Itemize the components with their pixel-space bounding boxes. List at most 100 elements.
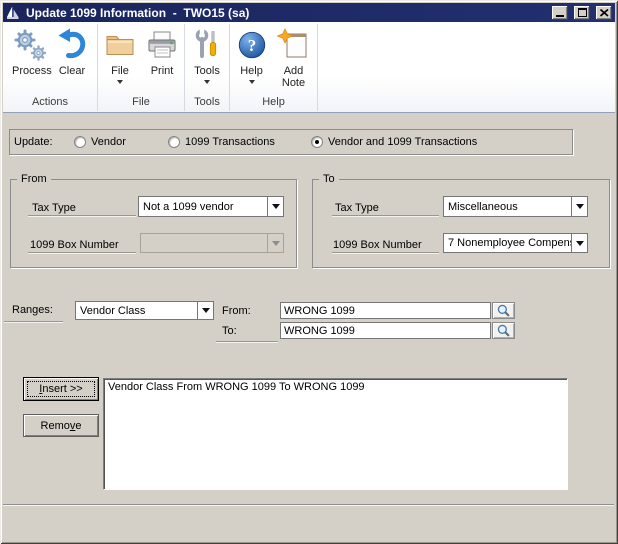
- dropdown-arrow-button: [267, 234, 283, 252]
- chevron-down-icon: [249, 80, 255, 84]
- insert-button[interactable]: Insert >>: [23, 377, 99, 401]
- to-tax-type-dropdown[interactable]: Miscellaneous: [443, 196, 588, 217]
- chevron-down-icon: [576, 241, 584, 246]
- dropdown-arrow-button[interactable]: [197, 302, 213, 319]
- ribbon-group-label-tools: Tools: [185, 96, 229, 111]
- close-icon: [600, 9, 609, 17]
- radio-icon-selected: [311, 136, 323, 148]
- range-to-lookup-button[interactable]: [492, 322, 515, 339]
- process-button-label: Process: [12, 63, 48, 77]
- radio-label: Vendor and 1099 Transactions: [328, 136, 477, 148]
- minimize-button[interactable]: [552, 6, 568, 20]
- ranges-label: Ranges:: [12, 304, 53, 316]
- range-to-input[interactable]: [280, 322, 491, 339]
- printer-icon: [145, 27, 179, 63]
- dropdown-arrow-button[interactable]: [571, 234, 587, 252]
- remove-button-label: Remove: [41, 420, 82, 432]
- clear-button-label: Clear: [59, 63, 85, 77]
- chevron-down-icon: [202, 308, 210, 313]
- ranges-type-dropdown[interactable]: Vendor Class: [75, 301, 214, 320]
- update-1099-information-window: Update 1099 Information - TWO15 (sa): [0, 0, 618, 544]
- radio-icon: [74, 136, 86, 148]
- from-tax-type-label: Tax Type: [32, 202, 76, 214]
- minimize-icon: [556, 15, 564, 17]
- file-menu-label: File: [111, 63, 129, 77]
- prompt-underline: [216, 341, 278, 343]
- folder-icon: [103, 27, 137, 63]
- add-note-button[interactable]: Add Note: [276, 27, 312, 89]
- radio-option-vendor[interactable]: Vendor: [74, 136, 126, 148]
- process-gears-icon: [13, 27, 47, 63]
- to-box-number-dropdown[interactable]: 7 Nonemployee Compens: [443, 233, 588, 253]
- from-box-number-dropdown-disabled: [140, 233, 284, 253]
- chevron-down-icon: [117, 80, 123, 84]
- radio-option-1099-transactions[interactable]: 1099 Transactions: [168, 136, 275, 148]
- ribbon-group-label-file: File: [98, 96, 184, 111]
- clear-button[interactable]: Clear: [56, 27, 88, 77]
- to-tax-type-label: Tax Type: [335, 202, 379, 214]
- prompt-underline: [28, 252, 136, 254]
- prompt-underline: [332, 252, 439, 254]
- to-tax-type-value: Miscellaneous: [444, 197, 571, 216]
- restrictions-list[interactable]: Vendor Class From WRONG 1099 To WRONG 10…: [103, 378, 568, 490]
- dropdown-arrow-button[interactable]: [571, 197, 587, 216]
- help-icon: ?: [236, 27, 268, 63]
- maximize-button[interactable]: [574, 6, 590, 20]
- clear-undo-icon: [56, 27, 88, 63]
- add-note-icon: [277, 27, 311, 63]
- prompt-underline: [28, 215, 136, 217]
- to-box-number-label: 1099 Box Number: [333, 239, 422, 251]
- chevron-down-icon: [204, 80, 210, 84]
- to-group-legend: To: [319, 173, 339, 185]
- from-box-number-value: [141, 234, 267, 252]
- help-menu-button[interactable]: ? Help: [236, 27, 268, 84]
- svg-text:?: ?: [247, 36, 255, 55]
- print-button[interactable]: Print: [145, 27, 179, 77]
- dynamics-gp-logo-icon: [6, 5, 22, 20]
- prompt-underline: [332, 215, 439, 217]
- ribbon-group-label-actions: Actions: [3, 96, 97, 111]
- remove-button[interactable]: Remove: [23, 414, 99, 437]
- range-to-label: To:: [222, 325, 237, 337]
- range-from-input[interactable]: [280, 302, 491, 319]
- chevron-down-icon: [576, 204, 584, 209]
- tools-menu-button[interactable]: Tools: [190, 27, 224, 84]
- print-button-label: Print: [151, 63, 174, 77]
- ribbon-toolbar: Process Clear Actions: [3, 22, 615, 113]
- process-button[interactable]: Process: [12, 27, 48, 77]
- ribbon-group-actions: Process Clear Actions: [3, 24, 98, 111]
- radio-option-vendor-and-1099-transactions[interactable]: Vendor and 1099 Transactions: [311, 136, 477, 148]
- from-tax-type-value: Not a 1099 vendor: [139, 197, 267, 216]
- add-note-label: Add Note: [276, 63, 312, 89]
- radio-icon: [168, 136, 180, 148]
- prompt-underline: [4, 321, 63, 323]
- magnifier-icon: [496, 323, 511, 338]
- file-menu-button[interactable]: File: [103, 27, 137, 84]
- ribbon-group-help: ? Help Add Note: [230, 24, 318, 111]
- ranges-type-value: Vendor Class: [76, 302, 197, 319]
- from-box-number-label: 1099 Box Number: [30, 239, 119, 251]
- range-from-lookup-button[interactable]: [492, 302, 515, 319]
- from-group-legend: From: [17, 173, 51, 185]
- ribbon-group-tools: Tools Tools: [185, 24, 230, 111]
- close-button[interactable]: [596, 6, 612, 20]
- radio-label: 1099 Transactions: [185, 136, 275, 148]
- from-tax-type-dropdown[interactable]: Not a 1099 vendor: [138, 196, 284, 217]
- update-label: Update:: [14, 136, 53, 148]
- bottom-divider: [3, 504, 614, 506]
- ribbon-group-file: File Pri: [98, 24, 185, 111]
- list-item[interactable]: Vendor Class From WRONG 1099 To WRONG 10…: [104, 379, 567, 395]
- insert-button-label: Insert >>: [39, 383, 82, 395]
- range-from-label: From:: [222, 305, 251, 317]
- ribbon-group-label-help: Help: [230, 96, 317, 111]
- tools-menu-label: Tools: [194, 63, 220, 77]
- radio-label: Vendor: [91, 136, 126, 148]
- tools-icon: [190, 27, 224, 63]
- magnifier-icon: [496, 303, 511, 318]
- maximize-icon: [578, 8, 587, 17]
- update-options-box: Update: Vendor 1099 Transactions Vendor …: [9, 129, 573, 155]
- to-box-number-value: 7 Nonemployee Compens: [444, 234, 571, 252]
- window-title: Update 1099 Information - TWO15 (sa): [26, 6, 546, 20]
- dropdown-arrow-button[interactable]: [267, 197, 283, 216]
- chevron-down-icon: [272, 204, 280, 209]
